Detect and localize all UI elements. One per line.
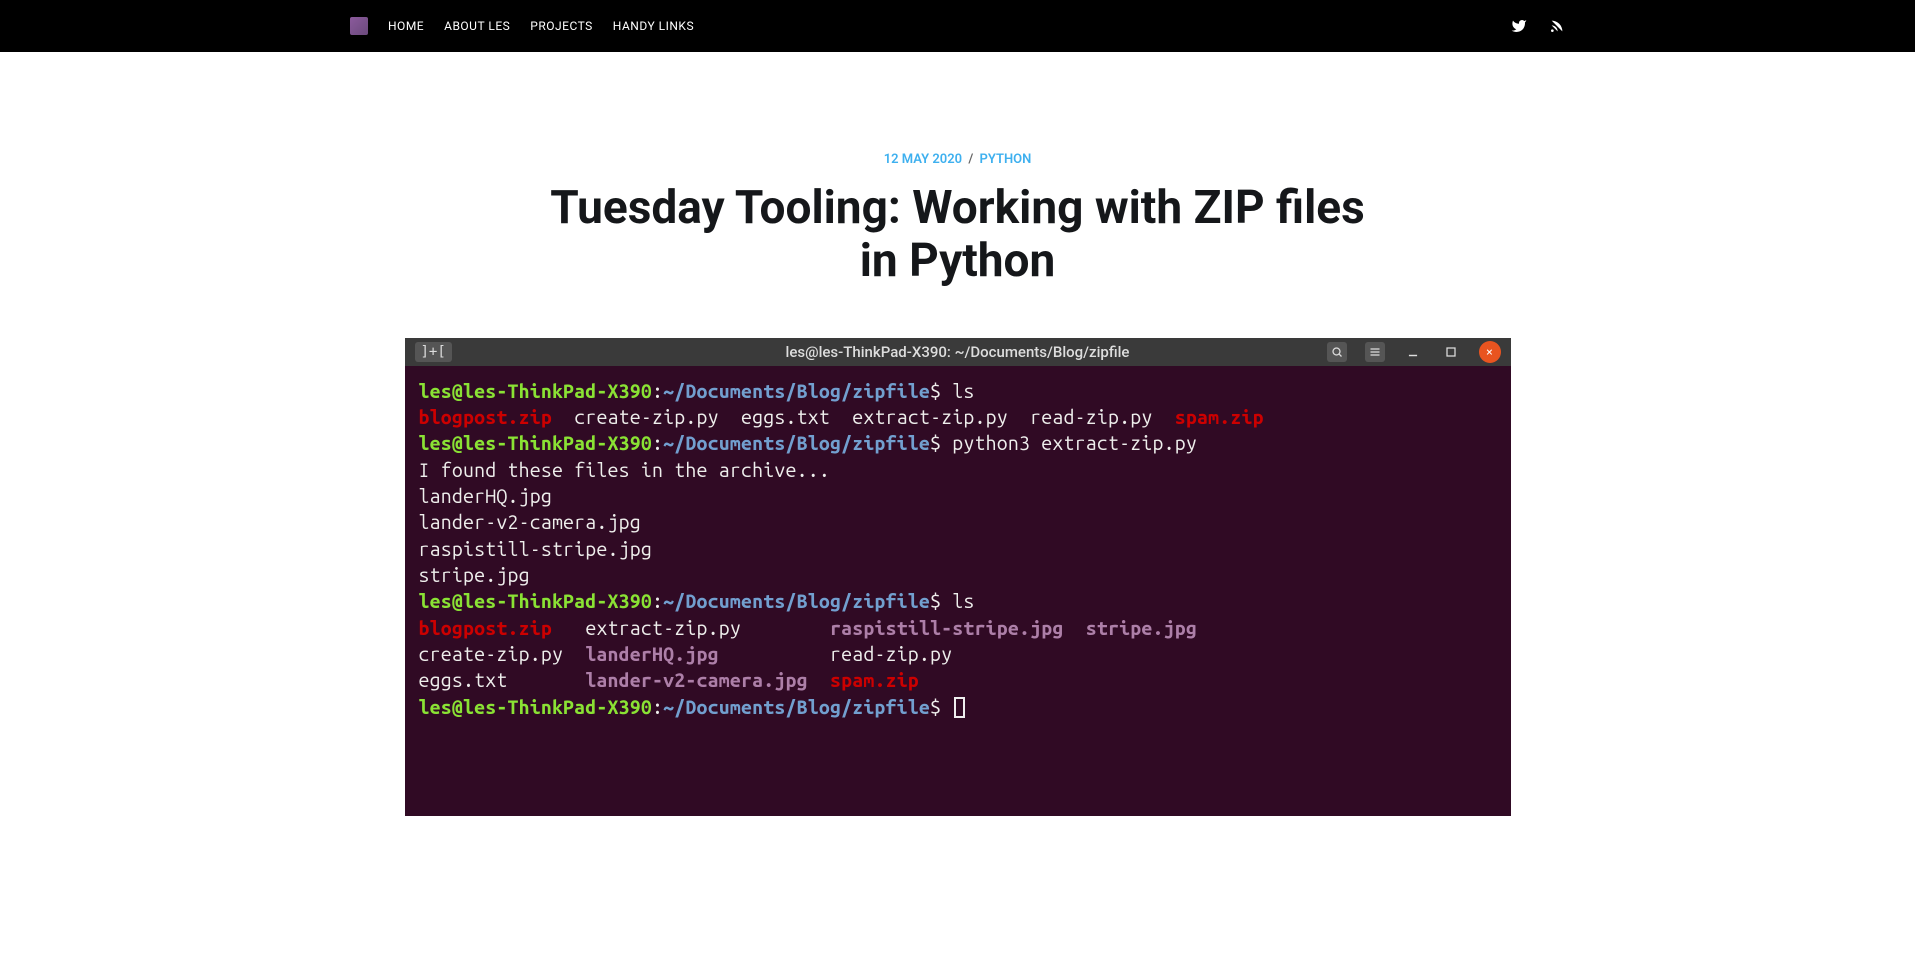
titlebar-left: ]+[	[415, 342, 452, 362]
file: create-zip.py	[574, 406, 719, 428]
nav-projects[interactable]: PROJECTS	[530, 19, 593, 33]
prompt-colon: :	[652, 696, 663, 718]
cursor-icon	[954, 697, 965, 718]
nav-about[interactable]: ABOUT LES	[444, 19, 510, 33]
terminal-line: les@les-ThinkPad-X390:~/Documents/Blog/z…	[419, 694, 1497, 720]
file: extract-zip.py	[585, 617, 741, 639]
meta-separator: /	[968, 152, 973, 167]
prompt-user: les@les-ThinkPad-X390	[419, 590, 653, 612]
titlebar-right: ×	[1327, 341, 1501, 363]
nav-right	[1511, 18, 1565, 34]
post-meta: 12 MAY 2020 / PYTHON	[533, 152, 1383, 167]
prompt-dollar: $	[930, 696, 941, 718]
file: read-zip.py	[1030, 406, 1152, 428]
prompt-dollar: $	[930, 432, 941, 454]
terminal-line: landerHQ.jpg	[419, 483, 1497, 509]
search-icon[interactable]	[1327, 342, 1347, 362]
menu-icon[interactable]	[1365, 342, 1385, 362]
prompt-path: ~/Documents/Blog/zipfile	[663, 380, 930, 402]
featured-image: ]+[ les@les-ThinkPad-X390: ~/Documents/B…	[385, 338, 1531, 816]
prompt-dollar: $	[930, 380, 941, 402]
file-img: lander-v2-camera.jpg	[585, 669, 807, 691]
file: extract-zip.py	[852, 406, 1008, 428]
terminal-titlebar: ]+[ les@les-ThinkPad-X390: ~/Documents/B…	[405, 338, 1511, 366]
site-logo[interactable]	[350, 17, 368, 35]
prompt-user: les@les-ThinkPad-X390	[419, 432, 653, 454]
minimize-icon[interactable]	[1403, 342, 1423, 362]
file: eggs.txt	[419, 669, 508, 691]
terminal-line: blogpost.zip extract-zip.py raspistill-s…	[419, 615, 1497, 641]
file-zip: spam.zip	[1175, 406, 1264, 428]
twitter-icon[interactable]	[1511, 18, 1527, 34]
file-img: landerHQ.jpg	[585, 643, 718, 665]
cmd-text: python3 extract-zip.py	[952, 432, 1197, 454]
new-tab-icon[interactable]: ]+[	[415, 342, 452, 362]
prompt-colon: :	[652, 380, 663, 402]
prompt-colon: :	[652, 590, 663, 612]
file-zip: blogpost.zip	[419, 617, 552, 639]
terminal-body: les@les-ThinkPad-X390:~/Documents/Blog/z…	[405, 366, 1511, 816]
prompt-user: les@les-ThinkPad-X390	[419, 380, 653, 402]
post-title: Tuesday Tooling: Working with ZIP files …	[533, 182, 1383, 288]
terminal-title: les@les-ThinkPad-X390: ~/Documents/Blog/…	[786, 343, 1130, 361]
close-icon[interactable]: ×	[1479, 341, 1501, 363]
maximize-icon[interactable]	[1441, 342, 1461, 362]
file-img: raspistill-stripe.jpg	[830, 617, 1064, 639]
cmd-text: ls	[952, 590, 974, 612]
article-header: 12 MAY 2020 / PYTHON Tuesday Tooling: Wo…	[533, 52, 1383, 318]
terminal-line: raspistill-stripe.jpg	[419, 536, 1497, 562]
terminal-line: I found these files in the archive...	[419, 457, 1497, 483]
terminal-line: eggs.txt lander-v2-camera.jpg spam.zip	[419, 667, 1497, 693]
top-navbar: HOME ABOUT LES PROJECTS HANDY LINKS	[0, 0, 1915, 52]
file-zip: blogpost.zip	[419, 406, 552, 428]
prompt-path: ~/Documents/Blog/zipfile	[663, 696, 930, 718]
prompt-dollar: $	[930, 590, 941, 612]
terminal-line: blogpost.zip create-zip.py eggs.txt extr…	[419, 404, 1497, 430]
prompt-colon: :	[652, 432, 663, 454]
file-zip: spam.zip	[830, 669, 919, 691]
prompt-path: ~/Documents/Blog/zipfile	[663, 590, 930, 612]
terminal-line: les@les-ThinkPad-X390:~/Documents/Blog/z…	[419, 378, 1497, 404]
nav-home[interactable]: HOME	[388, 19, 424, 33]
prompt-path: ~/Documents/Blog/zipfile	[663, 432, 930, 454]
file: read-zip.py	[830, 643, 952, 665]
nav-left: HOME ABOUT LES PROJECTS HANDY LINKS	[350, 17, 694, 35]
terminal-line: stripe.jpg	[419, 562, 1497, 588]
post-category[interactable]: PYTHON	[980, 152, 1032, 167]
terminal-line: les@les-ThinkPad-X390:~/Documents/Blog/z…	[419, 430, 1497, 456]
terminal-window: ]+[ les@les-ThinkPad-X390: ~/Documents/B…	[405, 338, 1511, 816]
terminal-line: les@les-ThinkPad-X390:~/Documents/Blog/z…	[419, 588, 1497, 614]
rss-icon[interactable]	[1549, 18, 1565, 34]
file: create-zip.py	[419, 643, 564, 665]
post-date[interactable]: 12 MAY 2020	[884, 152, 962, 167]
terminal-line: lander-v2-camera.jpg	[419, 509, 1497, 535]
nav-handy-links[interactable]: HANDY LINKS	[613, 19, 694, 33]
prompt-user: les@les-ThinkPad-X390	[419, 696, 653, 718]
file-img: stripe.jpg	[1086, 617, 1197, 639]
terminal-line: create-zip.py landerHQ.jpg read-zip.py	[419, 641, 1497, 667]
cmd-text: ls	[952, 380, 974, 402]
nav-links: HOME ABOUT LES PROJECTS HANDY LINKS	[388, 19, 694, 33]
file: eggs.txt	[741, 406, 830, 428]
